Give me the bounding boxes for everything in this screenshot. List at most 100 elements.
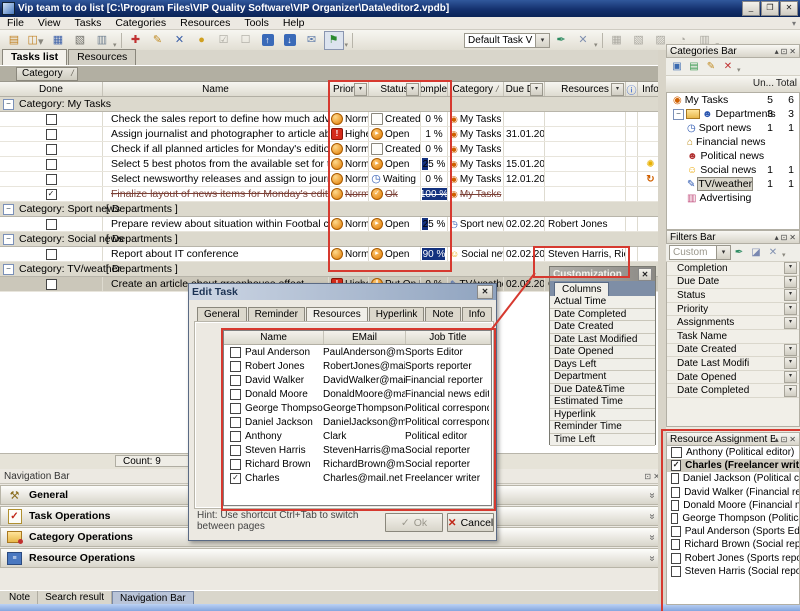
done-checkbox[interactable] (46, 159, 57, 170)
cell-done[interactable] (0, 127, 103, 141)
add-task-icon[interactable]: ✚ (126, 31, 146, 50)
collapse-group-icon[interactable]: − (3, 234, 14, 245)
customization-item-days-left[interactable]: Days Left (550, 359, 655, 372)
resource-item[interactable]: David Walker (Financial reporter) (667, 486, 799, 499)
dialog-column-header-name[interactable]: Name (224, 331, 324, 344)
tab-tasks-list[interactable]: Tasks list (2, 49, 67, 65)
done-checkbox[interactable] (46, 279, 57, 290)
resource-item[interactable]: Anthony (Political editor) (667, 446, 799, 459)
resource-checkbox[interactable] (671, 473, 679, 484)
cancel-button[interactable]: ✕Cancel (447, 513, 494, 532)
apply-view-filter-icon[interactable]: ✒ (551, 31, 571, 50)
category-tree-item-departments[interactable]: −☻Departments33 (667, 107, 799, 121)
filter-row-date-completed[interactable]: Date Completed▾ (667, 384, 799, 398)
column-header-status[interactable]: Status▾ (369, 82, 421, 96)
resource-checkbox[interactable] (671, 553, 681, 564)
done-checkbox[interactable] (46, 174, 57, 185)
filter-row-due-date[interactable]: Due Date▾ (667, 276, 799, 290)
resource-item[interactable]: Daniel Jackson (Political correspondent) (667, 472, 799, 485)
resource-checkbox[interactable]: ✓ (230, 473, 241, 484)
done-checkbox[interactable] (46, 219, 57, 230)
collapse-icon[interactable]: ▴ (775, 47, 779, 56)
cell-done[interactable] (0, 172, 103, 186)
done-checkbox[interactable] (46, 249, 57, 260)
filter-row-date-created[interactable]: Date Created▾ (667, 344, 799, 358)
dialog-resource-row[interactable]: AnthonyClarkPolitical editor (224, 429, 491, 443)
chevron-down-icon[interactable]: ▾ (784, 289, 797, 301)
chevron-down-icon[interactable]: ▾ (784, 276, 797, 288)
dialog-resource-row[interactable]: Donald MooreDonaldMoore@mail.netFinancia… (224, 387, 491, 401)
customization-item-date-created[interactable]: Date Created (550, 321, 655, 334)
cell-done[interactable] (0, 217, 103, 231)
ok-button[interactable]: ✓Ok (385, 513, 443, 532)
apply-filter-icon[interactable]: ✒ (731, 245, 747, 260)
resource-checkbox[interactable] (230, 389, 241, 400)
category-tree-item-social-news[interactable]: ☺Social news11 (667, 163, 799, 177)
table-row[interactable]: Prepare review about situation within Fo… (0, 217, 664, 232)
customization-item-estimated-time[interactable]: Estimated Time (550, 396, 655, 409)
resource-checkbox[interactable] (671, 566, 681, 577)
dialog-resource-row[interactable]: Robert JonesRobertJones@mail.netSports r… (224, 359, 491, 373)
group-by-category-chip[interactable]: Category/ (16, 67, 78, 81)
resource-checkbox[interactable] (230, 347, 241, 358)
customization-item-hyperlink[interactable]: Hyperlink (550, 409, 655, 422)
collapse-group-icon[interactable]: − (3, 204, 14, 215)
resource-item[interactable]: Richard Brown (Social reporter ) (667, 538, 799, 551)
add-category-icon[interactable]: ▣ (669, 59, 685, 74)
dialog-tab-hyperlink[interactable]: Hyperlink (369, 307, 425, 322)
resource-checkbox[interactable] (230, 417, 241, 428)
close-button[interactable]: ✕ (780, 1, 798, 16)
filter-preset-combo[interactable]: Custom▾ (669, 245, 731, 260)
menu-tools[interactable]: Tools (237, 17, 276, 29)
category-tree-item-advertising[interactable]: ▥Advertising (667, 191, 799, 205)
toolbar-overflow-icon[interactable]: ▾ (594, 41, 598, 49)
filter-row-status[interactable]: Status▾ (667, 289, 799, 303)
send-email-icon[interactable]: ✉ (302, 31, 322, 50)
cell-done[interactable] (0, 142, 103, 156)
dialog-tab-general[interactable]: General (197, 307, 247, 322)
dialog-tab-info[interactable]: Info (462, 307, 493, 322)
table-row[interactable]: Assign journalist and photographer to ar… (0, 127, 664, 142)
dialog-column-header-email[interactable]: EMail (324, 331, 405, 344)
pin-icon[interactable]: ⊡ (781, 233, 788, 242)
column-header-name[interactable]: Name (103, 82, 329, 96)
delete-category-icon[interactable]: ✕ (720, 59, 736, 74)
open-database-icon[interactable]: ◫▾ (26, 31, 46, 50)
resource-checkbox[interactable] (671, 539, 680, 550)
resource-item[interactable]: Donald Moore (Financial news editor) (667, 499, 799, 512)
flag-icon[interactable]: ⚑ (324, 31, 344, 50)
chevron-down-icon[interactable]: ▾ (784, 262, 797, 274)
category-tree-item-tv-weather[interactable]: ✎TV/weather11 (667, 177, 799, 191)
resource-checkbox[interactable] (671, 447, 682, 458)
edit-task-icon[interactable]: ✎ (148, 31, 168, 50)
table-row[interactable]: Select newsworthy releases and assign to… (0, 172, 664, 187)
dialog-resource-row[interactable]: ✓CharlesCharles@mail.netFreelancer write… (224, 471, 491, 485)
close-icon[interactable]: ✕ (789, 47, 796, 56)
dialog-resource-row[interactable]: David WalkerDavidWalker@mail.netFinancia… (224, 373, 491, 387)
clear-view-filter-icon[interactable]: ✕ (573, 31, 593, 50)
dialog-column-header-job-title[interactable]: Job Title (406, 331, 491, 344)
chevron-down-icon[interactable]: ▾ (784, 303, 797, 315)
filter-row-priority[interactable]: Priority▾ (667, 303, 799, 317)
resource-item[interactable]: George Thompson (Political correspondent… (667, 512, 799, 525)
resource-item[interactable]: ✓Charles (Freelancer writer) (667, 459, 799, 472)
close-icon[interactable]: ✕ (789, 233, 796, 242)
dialog-resource-row[interactable]: Steven HarrisStevenHarris@mail.netSocial… (224, 443, 491, 457)
table-row[interactable]: Check if all planned articles for Monday… (0, 142, 664, 157)
resource-checkbox[interactable] (230, 445, 241, 456)
expand-minus-icon[interactable]: − (673, 109, 684, 120)
close-icon[interactable]: ✕ (789, 435, 796, 444)
filter-row-task-name[interactable]: Task Name (667, 330, 799, 344)
resource-checkbox[interactable] (671, 513, 678, 524)
done-checkbox[interactable] (46, 144, 57, 155)
tab-columns[interactable]: Columns (554, 282, 609, 296)
menu-view[interactable]: View (31, 17, 68, 29)
resource-checkbox[interactable] (230, 375, 241, 386)
dialog-close-button[interactable]: ✕ (477, 285, 493, 299)
move-up-icon[interactable]: ↑ (258, 31, 278, 50)
chevron-down-icon[interactable]: ▾ (784, 344, 797, 356)
dialog-tab-resources[interactable]: Resources (306, 307, 368, 323)
resource-checkbox[interactable] (230, 403, 241, 414)
customization-item-date-opened[interactable]: Date Opened (550, 346, 655, 359)
resource-checkbox[interactable] (671, 487, 680, 498)
